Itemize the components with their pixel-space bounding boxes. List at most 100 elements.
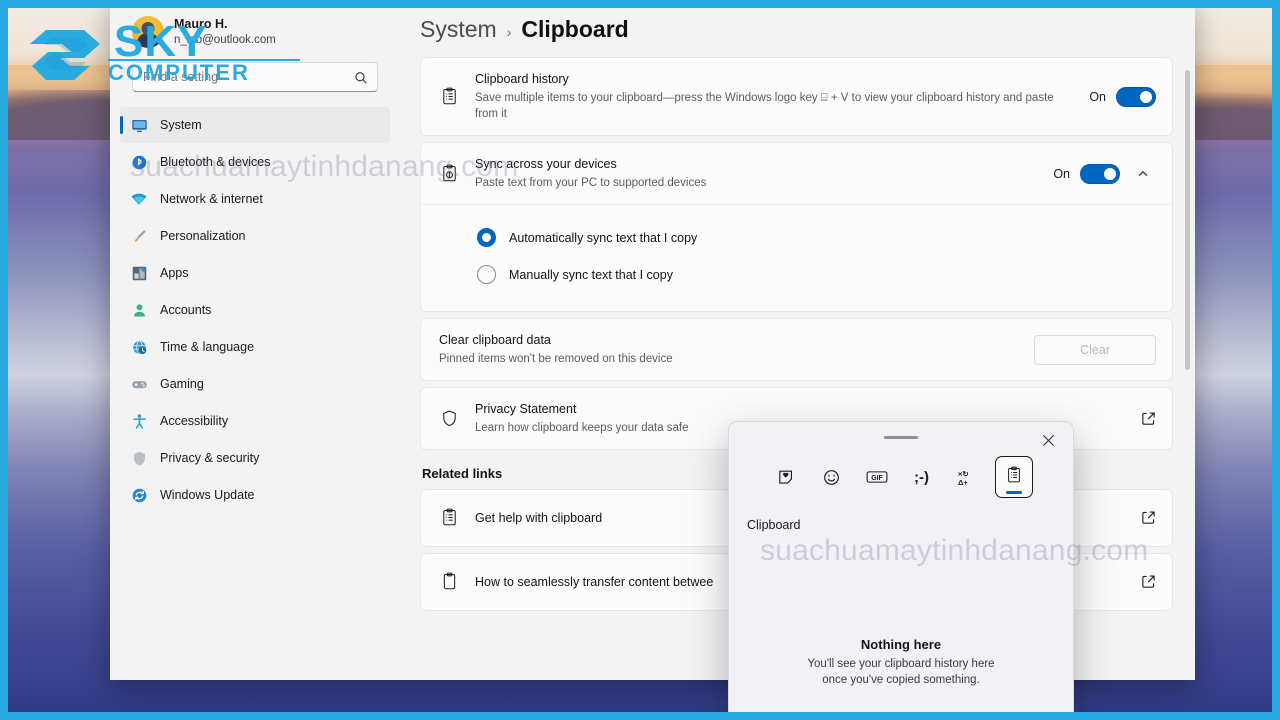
settings-sidebar: Mauro H. n_lab@outlook.com System [110,0,400,680]
drag-handle[interactable] [884,436,918,439]
clipboard-sync-icon [437,164,461,183]
search-container [120,58,390,104]
breadcrumb-separator: › [506,24,512,40]
flyout-tabstrip: GIF ;-) ×↻ Δ+ [729,422,1073,504]
sidebar-item-privacy-security[interactable]: Privacy & security [120,440,390,476]
sync-option-manual[interactable]: Manually sync text that I copy [477,256,1156,293]
sidebar-item-label: System [160,118,202,132]
paintbrush-icon [130,227,148,245]
empty-state-title: Nothing here [860,636,942,652]
sync-devices-toggle[interactable] [1080,163,1120,184]
empty-state-subtitle-line2: once you've copied something. [822,674,980,687]
clipboard-history-card: Clipboard history Save multiple items to… [420,57,1173,137]
sidebar-item-label: Accounts [160,303,212,317]
sticker-tab[interactable] [770,460,804,494]
radio-button[interactable] [477,265,496,285]
sidebar-item-accounts[interactable]: Accounts [120,292,390,328]
page-title: Clipboard [521,16,629,42]
sync-devices-row[interactable]: Sync across your devices Paste text from… [421,143,1172,204]
radio-button[interactable] [477,228,496,248]
scrollbar-thumb[interactable] [1185,70,1190,370]
svg-text:Δ+: Δ+ [958,478,968,487]
sidebar-item-label: Time & language [160,340,255,354]
sidebar-item-accessibility[interactable]: Accessibility [120,403,390,439]
apps-icon [130,264,148,282]
sidebar-item-label: Gaming [160,377,204,391]
sidebar-item-label: Bluetooth & devices [160,155,271,169]
sidebar-item-system[interactable]: System [120,107,390,143]
clear-button[interactable]: Clear [1034,334,1156,365]
clear-clipboard-row: Clear clipboard data Pinned items won't … [421,319,1172,380]
clock-globe-icon [130,338,148,356]
sync-option-automatic[interactable]: Automatically sync text that I copy [477,219,1156,256]
person-icon [130,301,148,319]
setting-subtitle: Pinned items won't be removed on this de… [439,352,673,365]
avatar [132,16,164,48]
sidebar-nav: System Bluetooth & devices Network & int… [120,104,390,513]
sidebar-item-label: Privacy & security [160,451,260,465]
wifi-icon [130,190,148,208]
external-link-icon[interactable] [1141,574,1156,589]
setting-subtitle: Save multiple items to your clipboard—pr… [475,91,1054,120]
radio-label: Manually sync text that I copy [509,267,673,282]
clipboard-history-row[interactable]: Clipboard history Save multiple items to… [421,58,1172,135]
search-input[interactable] [132,62,378,92]
accessibility-icon [130,412,148,430]
kaomoji-tab[interactable]: ;-) [905,460,939,494]
account-email: n_lab@outlook.com [174,33,276,46]
sidebar-item-time-language[interactable]: Time & language [120,329,390,365]
svg-text:GIF: GIF [871,475,883,482]
gamepad-icon [130,375,148,393]
update-icon [130,486,148,504]
sidebar-item-windows-update[interactable]: Windows Update [120,477,390,513]
sidebar-item-gaming[interactable]: Gaming [120,366,390,402]
clipboard-tab[interactable] [994,456,1033,498]
account-header[interactable]: Mauro H. n_lab@outlook.com [120,0,390,58]
clear-clipboard-card: Clear clipboard data Pinned items won't … [420,318,1173,381]
clipboard-list-icon [437,508,461,527]
vertical-scrollbar[interactable] [1185,70,1190,630]
bluetooth-icon [130,153,148,171]
toggle-state-label: On [1089,89,1106,104]
clipboard-history-toggle[interactable] [1116,86,1156,107]
setting-title: Sync across your devices [475,157,617,172]
sidebar-item-bluetooth-devices[interactable]: Bluetooth & devices [120,144,390,180]
symbols-tab[interactable]: ×↻ Δ+ [950,460,984,494]
emoji-tab[interactable] [815,460,849,494]
monitor-icon [130,116,148,134]
toggle-state-label: On [1053,166,1070,181]
sync-options-panel: Automatically sync text that I copy Manu… [421,204,1172,311]
breadcrumb-parent[interactable]: System [420,16,497,43]
setting-title: Clear clipboard data [439,333,551,348]
clipboard-icon [437,572,461,591]
shield-icon [437,409,461,428]
toggle-knob [1140,90,1152,103]
breadcrumb: System › Clipboard [400,0,1195,57]
empty-state-subtitle-line1: You'll see your clipboard history here [807,657,995,670]
close-icon[interactable] [1033,427,1063,453]
sidebar-item-label: Apps [160,266,189,280]
sidebar-item-label: Personalization [160,229,246,243]
sidebar-item-label: Windows Update [160,488,255,502]
sidebar-item-network-internet[interactable]: Network & internet [120,181,390,217]
flyout-section-label: Clipboard [747,518,801,532]
shield-icon [130,449,148,467]
radio-label: Automatically sync text that I copy [509,230,698,245]
sync-devices-card: Sync across your devices Paste text from… [420,142,1173,313]
setting-title: Clipboard history [475,72,569,86]
gif-tab[interactable]: GIF [860,460,894,494]
sidebar-item-apps[interactable]: Apps [120,255,390,291]
account-name: Mauro H. [174,17,228,31]
clipboard-list-icon [437,87,461,106]
setting-title: Privacy Statement [475,402,577,416]
external-link-icon[interactable] [1141,510,1156,525]
toggle-knob [1104,167,1116,180]
sidebar-item-label: Network & internet [160,192,263,206]
flyout-empty-state: Nothing here You'll see your clipboard h… [729,637,1073,689]
sidebar-item-label: Accessibility [160,414,229,428]
setting-subtitle: Paste text from your PC to supported dev… [475,176,707,189]
clipboard-flyout: GIF ;-) ×↻ Δ+ Clipboard Nothing here You… [728,421,1074,720]
chevron-up-icon[interactable] [1130,161,1156,187]
external-link-icon[interactable] [1141,411,1156,426]
sidebar-item-personalization[interactable]: Personalization [120,218,390,254]
